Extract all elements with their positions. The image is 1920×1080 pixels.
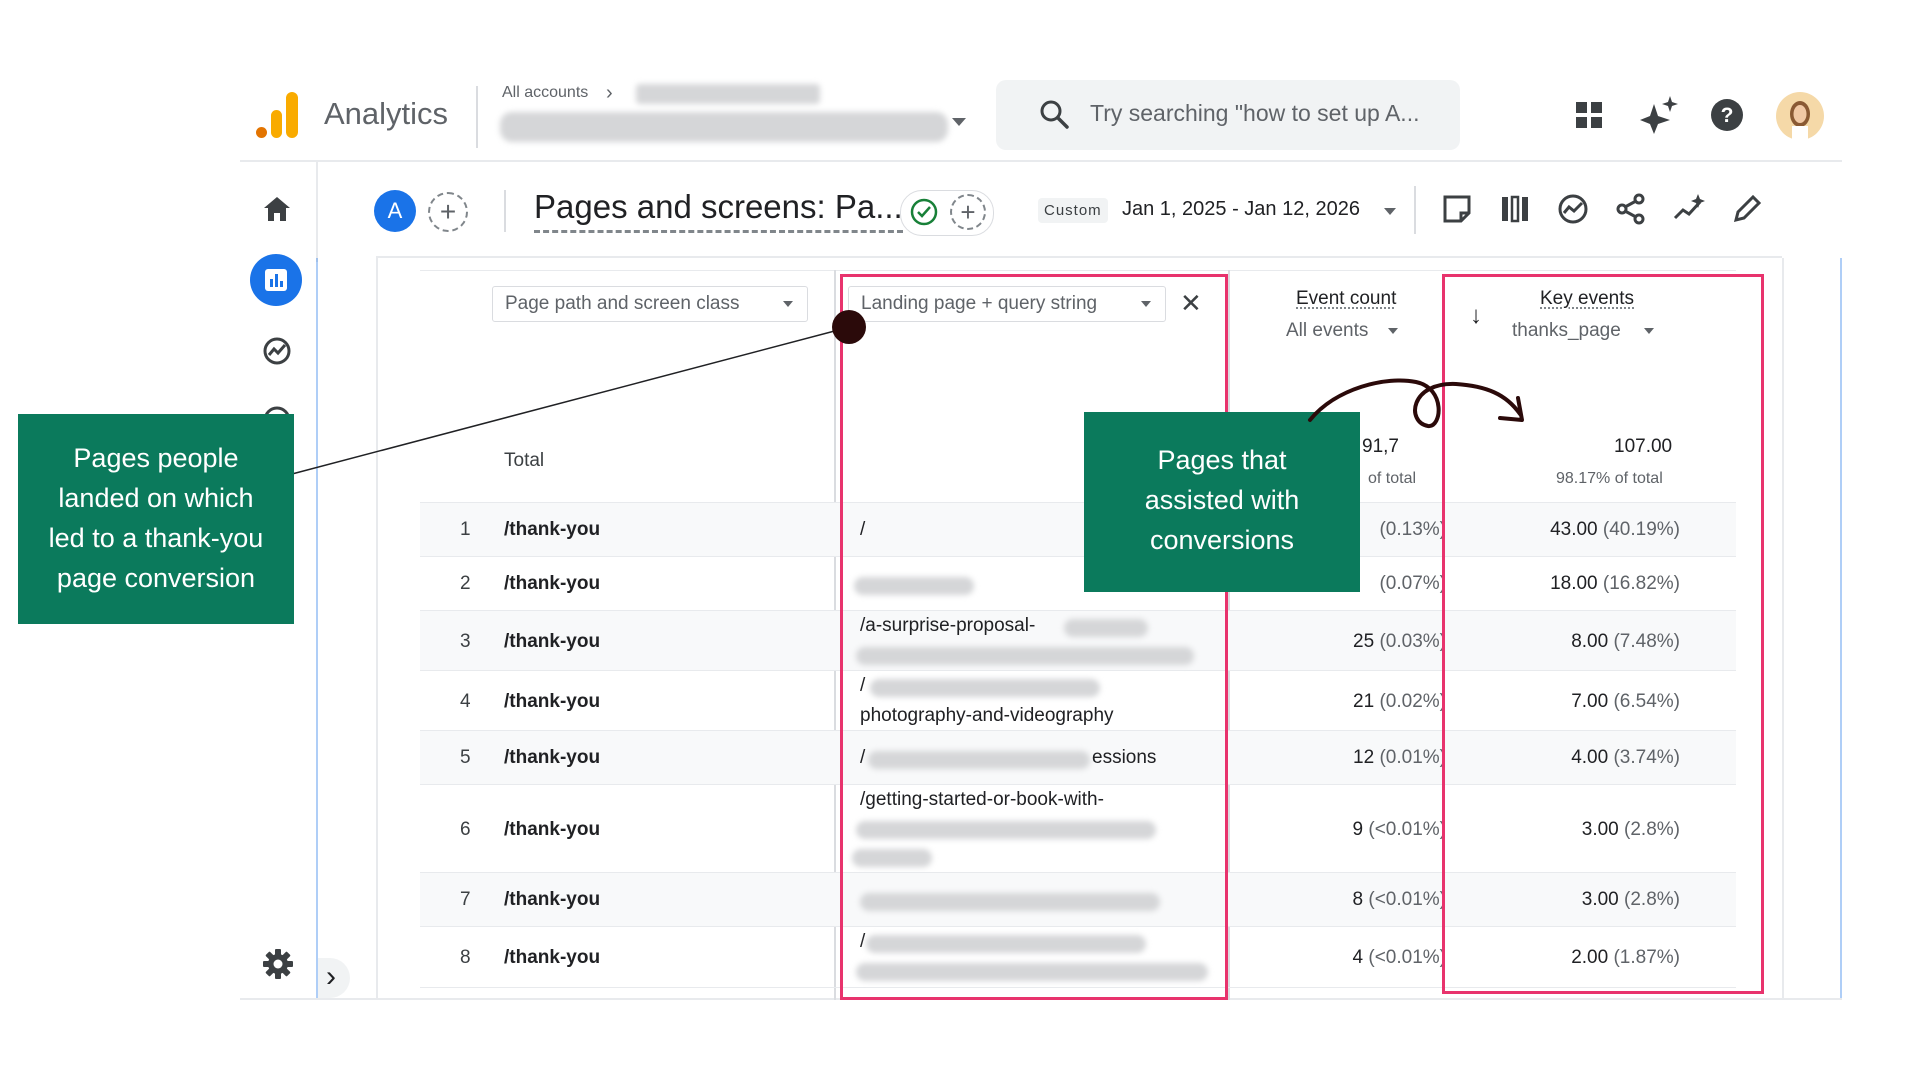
event-count-percent: (<0.01%) <box>1368 819 1446 840</box>
page-path: /thank-you <box>504 819 601 840</box>
row-number: 3 <box>460 631 471 652</box>
page-path: /thank-you <box>504 631 601 652</box>
row-number: 8 <box>460 947 471 968</box>
event-count-percent: (0.03%) <box>1379 631 1446 652</box>
row-number: 4 <box>460 691 471 712</box>
event-count-percent: (<0.01%) <box>1368 947 1446 968</box>
annotation-connector-line <box>291 327 847 475</box>
dimension-label: Page path and screen class <box>505 293 740 314</box>
page-path: /thank-you <box>504 519 601 540</box>
row-number: 1 <box>460 519 471 540</box>
total-event-count: 91,7 <box>1362 436 1399 457</box>
trend-sparkle-icon[interactable] <box>1672 192 1706 226</box>
event-count-value: 21 <box>1353 691 1375 712</box>
event-filter-label: All events <box>1286 320 1369 341</box>
event-count-percent: (0.02%) <box>1379 691 1446 712</box>
add-filter-button[interactable]: + <box>950 194 986 230</box>
toolbar-divider <box>1414 186 1416 234</box>
event-count-value: 9 <box>1352 819 1364 840</box>
edit-pencil-icon[interactable] <box>1730 192 1764 226</box>
event-count-percent: (0.07%) <box>1379 573 1446 594</box>
sparkle-insights-icon[interactable] <box>1640 96 1678 134</box>
check-circle-icon[interactable] <box>910 198 938 226</box>
share-icon[interactable] <box>1614 192 1648 226</box>
account-name-redacted <box>636 84 820 104</box>
row-number: 2 <box>460 573 471 594</box>
property-selector-redacted[interactable] <box>500 112 948 142</box>
content-right-border <box>1782 258 1784 1000</box>
analytics-logo-icon[interactable] <box>256 92 300 138</box>
event-count-percent: (0.01%) <box>1379 747 1446 768</box>
page-path: /thank-you <box>504 747 601 768</box>
header-divider <box>476 86 478 148</box>
page-path: /thank-you <box>504 947 601 968</box>
header-divider <box>504 190 506 232</box>
insights-chart-icon[interactable] <box>1556 192 1590 226</box>
row-number: 6 <box>460 819 471 840</box>
breadcrumb-chevron-icon: › <box>606 82 613 104</box>
landing-annotation-callout: Pages people landed on which led to a th… <box>18 414 294 624</box>
total-event-percent: of total <box>1368 470 1417 487</box>
content-top-border <box>376 256 1782 258</box>
event-filter-selector[interactable]: All events <box>1286 320 1398 342</box>
explore-icon[interactable] <box>262 336 292 366</box>
curly-arrow-icon <box>1308 378 1524 428</box>
all-accounts-breadcrumb[interactable]: All accounts <box>502 84 588 102</box>
apps-grid-icon[interactable] <box>1574 100 1604 130</box>
compare-columns-icon[interactable] <box>1498 192 1532 226</box>
app-name: Analytics <box>324 96 449 131</box>
event-count-value: 8 <box>1352 889 1364 910</box>
app-frame-top-border <box>240 160 1842 162</box>
row-number: 7 <box>460 889 471 910</box>
date-dropdown-icon[interactable] <box>1384 208 1396 215</box>
page-path: /thank-you <box>504 573 601 594</box>
search-icon <box>1040 100 1069 129</box>
page-path: /thank-you <box>504 889 601 910</box>
svg-text:?: ? <box>1721 104 1734 127</box>
page-title[interactable]: Pages and screens: Pa... <box>534 188 903 233</box>
landing-page-highlight-box <box>840 274 1228 1000</box>
date-range-selector[interactable]: Jan 1, 2025 - Jan 12, 2026 <box>1122 198 1360 221</box>
app-frame-right-border <box>1840 258 1842 1000</box>
date-preset-chip[interactable]: Custom <box>1038 198 1108 223</box>
admin-gear-icon[interactable] <box>262 948 294 980</box>
search-input[interactable]: Try searching "how to set up A... <box>1090 100 1419 127</box>
page-path: /thank-you <box>504 691 601 712</box>
comparison-avatar[interactable]: A <box>374 190 416 232</box>
event-count-value: 25 <box>1353 631 1375 652</box>
column-header-event-count[interactable]: Event count <box>1296 288 1396 310</box>
home-icon[interactable] <box>262 194 292 224</box>
event-count-value: 4 <box>1352 947 1364 968</box>
annotation-note-icon[interactable] <box>1440 192 1474 226</box>
event-count-value: 12 <box>1353 747 1375 768</box>
reports-bar-chart-icon <box>265 269 287 291</box>
row-number: 5 <box>460 747 471 768</box>
property-dropdown-icon[interactable] <box>952 118 966 126</box>
table-header-border <box>420 270 1736 271</box>
user-avatar[interactable] <box>1776 92 1824 140</box>
event-count-percent: (0.13%) <box>1379 519 1446 540</box>
event-count-percent: (<0.01%) <box>1368 889 1446 910</box>
annotation-pointer-dot <box>832 310 866 344</box>
dimension-selector-page-path[interactable]: Page path and screen class <box>492 286 808 322</box>
dropdown-arrow-icon <box>783 301 793 307</box>
chevron-right-icon: › <box>326 960 336 993</box>
dropdown-arrow-icon <box>1387 327 1398 334</box>
help-icon[interactable]: ? <box>1710 98 1744 132</box>
nav-rail-border <box>316 162 318 262</box>
add-comparison-button[interactable]: + <box>428 192 468 232</box>
assisted-annotation-callout: Pages that assisted with conversions <box>1084 412 1360 592</box>
